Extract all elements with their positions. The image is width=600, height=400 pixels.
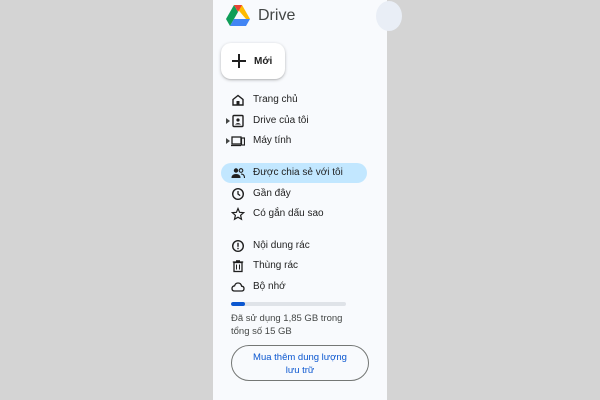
sidebar-item-label: Gần đây — [253, 188, 291, 199]
sidebar-item-label: Bộ nhớ — [253, 281, 286, 292]
new-button[interactable]: Mới — [221, 43, 285, 79]
drive-logo-icon — [226, 5, 250, 26]
clock-icon — [231, 187, 245, 201]
expand-caret-icon[interactable] — [226, 118, 230, 124]
top-right-button[interactable] — [376, 1, 402, 31]
sidebar-item-shared-with-me[interactable]: Được chia sẻ với tôi — [221, 163, 367, 183]
storage-usage-line1: Đã sử dụng 1,85 GB trong — [231, 313, 343, 324]
star-icon — [231, 207, 245, 221]
shared-people-icon — [231, 168, 245, 179]
storage-progress-bar — [231, 302, 346, 306]
sidebar-item-trash[interactable]: Thùng rác — [221, 256, 367, 276]
sidebar-item-label: Trang chủ — [253, 94, 298, 105]
sidebar-item-starred[interactable]: Có gắn dấu sao — [221, 204, 367, 224]
storage-usage-line2: tổng số 15 GB — [231, 326, 292, 337]
expand-caret-icon[interactable] — [226, 138, 230, 144]
sidebar-item-computers[interactable]: Máy tính — [221, 131, 367, 151]
sidebar-item-label: Có gắn dấu sao — [253, 208, 324, 219]
spam-icon — [231, 239, 245, 253]
sidebar-item-label: Máy tính — [253, 135, 292, 146]
sidebar-item-my-drive[interactable]: Drive của tôi — [221, 111, 367, 131]
cloud-icon — [231, 282, 245, 292]
my-drive-icon — [232, 114, 244, 128]
computer-icon — [231, 136, 245, 147]
new-button-label: Mới — [254, 55, 273, 67]
sidebar-item-label: Nội dung rác — [253, 240, 310, 251]
drive-logo[interactable]: Drive — [226, 4, 295, 28]
buy-storage-line2: lưu trữ — [285, 365, 315, 376]
buy-storage-line1: Mua thêm dung lượng — [253, 352, 347, 363]
sidebar-item-storage[interactable]: Bộ nhớ — [221, 277, 367, 297]
home-icon — [232, 94, 244, 106]
sidebar-item-label: Drive của tôi — [253, 115, 309, 126]
app-title: Drive — [258, 7, 296, 24]
trash-icon — [232, 260, 244, 273]
storage-progress-fill — [231, 302, 245, 306]
plus-icon — [232, 54, 246, 68]
sidebar-item-recent[interactable]: Gần đây — [221, 184, 367, 204]
sidebar-item-label: Được chia sẻ với tôi — [253, 167, 343, 178]
storage-usage-text: Đã sử dụng 1,85 GB trong tổng số 15 GB — [231, 312, 361, 338]
sidebar-item-spam[interactable]: Nội dung rác — [221, 236, 367, 256]
buy-storage-button[interactable]: Mua thêm dung lượng lưu trữ — [231, 345, 369, 381]
sidebar-item-home[interactable]: Trang chủ — [221, 90, 367, 110]
sidebar-item-label: Thùng rác — [253, 260, 299, 271]
